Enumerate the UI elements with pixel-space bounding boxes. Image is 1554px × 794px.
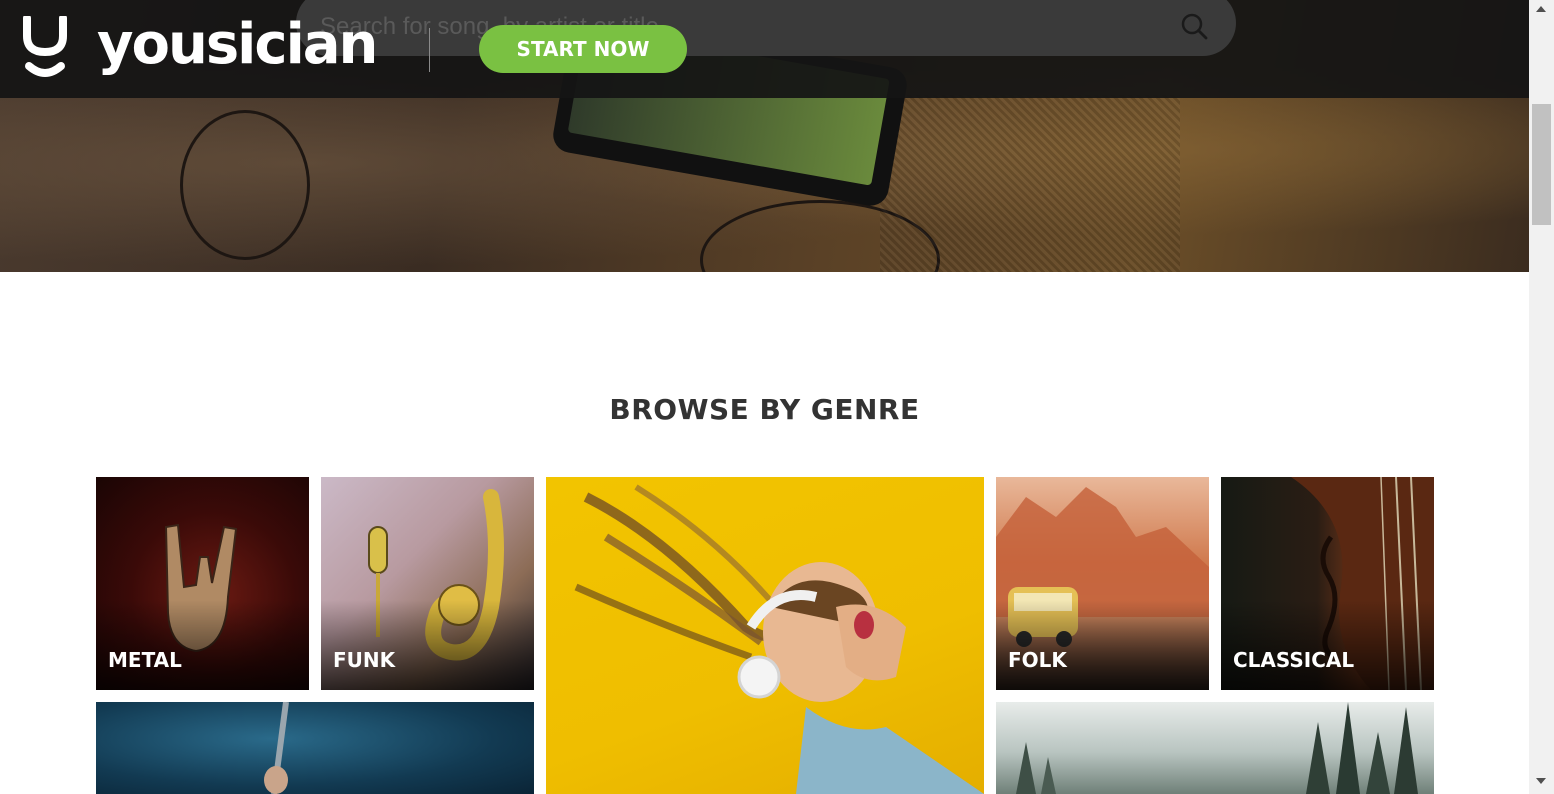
- genre-tile-featured[interactable]: [546, 477, 984, 794]
- start-now-button[interactable]: START NOW: [479, 25, 687, 73]
- top-navigation-bar: yousician START NOW: [0, 0, 1529, 98]
- search-bar[interactable]: [296, 0, 1236, 56]
- genre-tile-metal[interactable]: METAL: [96, 477, 309, 690]
- misty-forest-image: [1016, 702, 1418, 794]
- scroll-up-icon[interactable]: [1536, 6, 1546, 12]
- genre-label: CLASSICAL: [1233, 648, 1355, 672]
- genre-label: FOLK: [1008, 648, 1067, 672]
- genre-tile-blues[interactable]: [96, 702, 534, 794]
- search-input[interactable]: [320, 10, 1140, 44]
- guitar-neck-image: [264, 702, 289, 794]
- brand-name[interactable]: yousician: [97, 10, 378, 80]
- search-icon[interactable]: [1180, 12, 1208, 40]
- genre-tile-classical[interactable]: CLASSICAL: [1221, 477, 1434, 690]
- genre-label: METAL: [108, 648, 182, 672]
- genre-tile-funk[interactable]: FUNK: [321, 477, 534, 690]
- section-title: BROWSE BY GENRE: [609, 393, 920, 426]
- scroll-down-icon[interactable]: [1536, 778, 1546, 784]
- hero-cable: [180, 110, 310, 260]
- header-divider: [429, 28, 430, 72]
- scrollbar-thumb[interactable]: [1532, 104, 1551, 225]
- genre-tile-folk[interactable]: FOLK: [996, 477, 1209, 690]
- genre-label: FUNK: [333, 648, 396, 672]
- yousician-logo-icon[interactable]: [22, 16, 68, 78]
- genre-tile-country[interactable]: [996, 702, 1434, 794]
- woman-with-headphones-image: [574, 484, 984, 794]
- hero-amp-grill: [880, 95, 1180, 272]
